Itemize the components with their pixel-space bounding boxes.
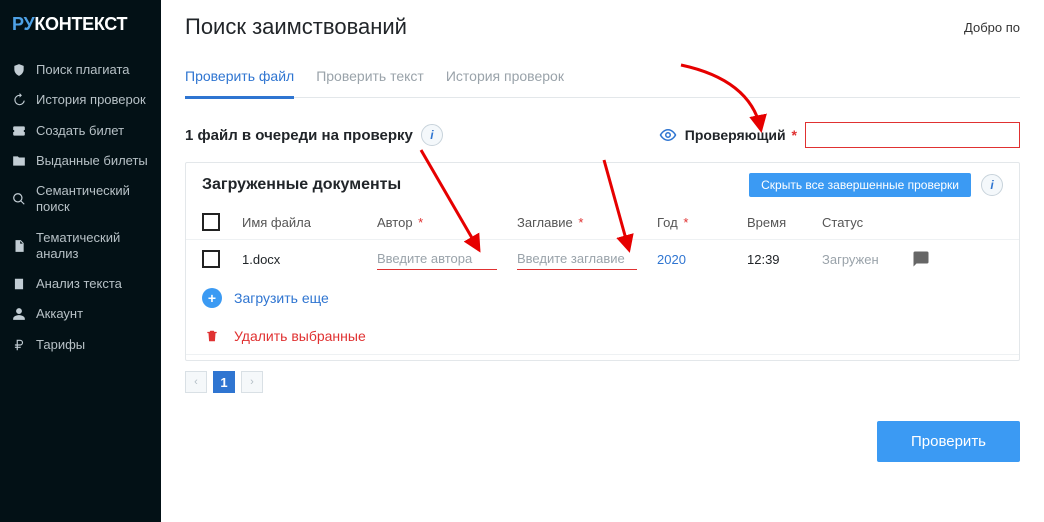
search-icon [12,192,26,206]
page-icon [12,277,26,291]
user-icon [12,307,26,321]
upload-more-link[interactable]: Загрузить еще [234,290,329,306]
reviewer-label: Проверяющий * [685,127,797,143]
queue-info: 1 файл в очереди на проверку i [185,124,443,146]
tab-check-text[interactable]: Проверить текст [316,68,424,99]
page-number[interactable]: 1 [213,371,235,393]
col-year: Год * [657,215,747,230]
col-time: Время [747,215,822,230]
eye-icon [659,126,677,144]
nav-label: Тарифы [36,337,85,353]
table-row: 1.docx 2020 12:39 Загружен [186,239,1019,278]
nav-list: Поиск плагиата История проверок Создать … [0,49,161,360]
nav-item-semantic-search[interactable]: Семантический поиск [0,176,161,223]
shield-icon [12,63,26,77]
nav-label: Семантический поиск [36,183,149,216]
cell-filename: 1.docx [242,252,377,267]
comment-icon[interactable] [912,250,952,268]
info-icon[interactable]: i [421,124,443,146]
document-icon [12,239,26,253]
nav-item-account[interactable]: Аккаунт [0,299,161,329]
card-header-right: Скрыть все завершенные проверки i [749,173,1003,197]
nav-label: Аккаунт [36,306,83,322]
reviewer-input[interactable] [805,122,1020,148]
reviewer-group: Проверяющий * [659,122,1020,148]
nav-label: Поиск плагиата [36,62,129,78]
nav-label: История проверок [36,92,146,108]
nav-item-thematic-analysis[interactable]: Тематический анализ [0,223,161,270]
tabs: Проверить файл Проверить текст История п… [185,68,1020,98]
select-all-checkbox[interactable] [202,213,220,231]
tab-check-file[interactable]: Проверить файл [185,68,294,99]
add-icon[interactable]: + [202,288,222,308]
page-title: Поиск заимствований [185,14,407,40]
cell-time: 12:39 [747,252,822,267]
nav-label: Создать билет [36,123,124,139]
card-footer [186,354,1019,360]
submit-row: Проверить [185,421,1020,462]
nav-label: Тематический анализ [36,230,149,263]
trash-icon[interactable] [202,328,222,344]
main-header: Поиск заимствований Добро по [185,0,1020,40]
nav-item-tariffs[interactable]: Тарифы [0,330,161,360]
col-author: Автор * [377,215,517,230]
page-next-button[interactable]: › [241,371,263,393]
row-checkbox[interactable] [202,250,220,268]
title-input[interactable] [517,248,637,270]
documents-card: Загруженные документы Скрыть все заверше… [185,162,1020,361]
tab-history[interactable]: История проверок [446,68,564,99]
logo-ru: РУ [12,14,34,34]
status-row: 1 файл в очереди на проверку i Проверяющ… [185,122,1020,148]
welcome-text: Добро по [964,20,1020,35]
action-delete-row: Удалить выбранные [186,318,1019,354]
folder-icon [12,154,26,168]
nav-item-plagiarism[interactable]: Поиск плагиата [0,55,161,85]
queue-text: 1 файл в очереди на проверку [185,127,413,144]
cell-year[interactable]: 2020 [657,252,747,267]
ruble-icon [12,338,26,352]
nav-label: Анализ текста [36,276,122,292]
ticket-icon [12,124,26,138]
pagination: ‹ 1 › [185,371,1020,393]
action-upload-row: + Загрузить еще [186,278,1019,318]
col-status: Статус [822,215,912,230]
cell-status: Загружен [822,252,912,267]
col-filename: Имя файла [242,215,377,230]
nav-item-text-analysis[interactable]: Анализ текста [0,269,161,299]
nav-item-issued-tickets[interactable]: Выданные билеты [0,146,161,176]
card-title: Загруженные документы [202,176,401,194]
hide-completed-button[interactable]: Скрыть все завершенные проверки [749,173,971,197]
col-title: Заглавие * [517,215,657,230]
table-header: Имя файла Автор * Заглавие * Год * Время… [186,205,1019,239]
nav-item-create-ticket[interactable]: Создать билет [0,116,161,146]
main-content: Поиск заимствований Добро по Проверить ф… [161,0,1044,522]
author-input[interactable] [377,248,497,270]
delete-selected-link[interactable]: Удалить выбранные [234,328,366,344]
nav-label: Выданные билеты [36,153,148,169]
check-button[interactable]: Проверить [877,421,1020,462]
nav-item-history[interactable]: История проверок [0,85,161,115]
info-icon[interactable]: i [981,174,1003,196]
history-icon [12,93,26,107]
card-header: Загруженные документы Скрыть все заверше… [186,163,1019,205]
page-prev-button[interactable]: ‹ [185,371,207,393]
logo: РУКОНТЕКСТ [0,0,161,49]
sidebar: РУКОНТЕКСТ Поиск плагиата История провер… [0,0,161,522]
logo-context: КОНТЕКСТ [34,14,127,34]
